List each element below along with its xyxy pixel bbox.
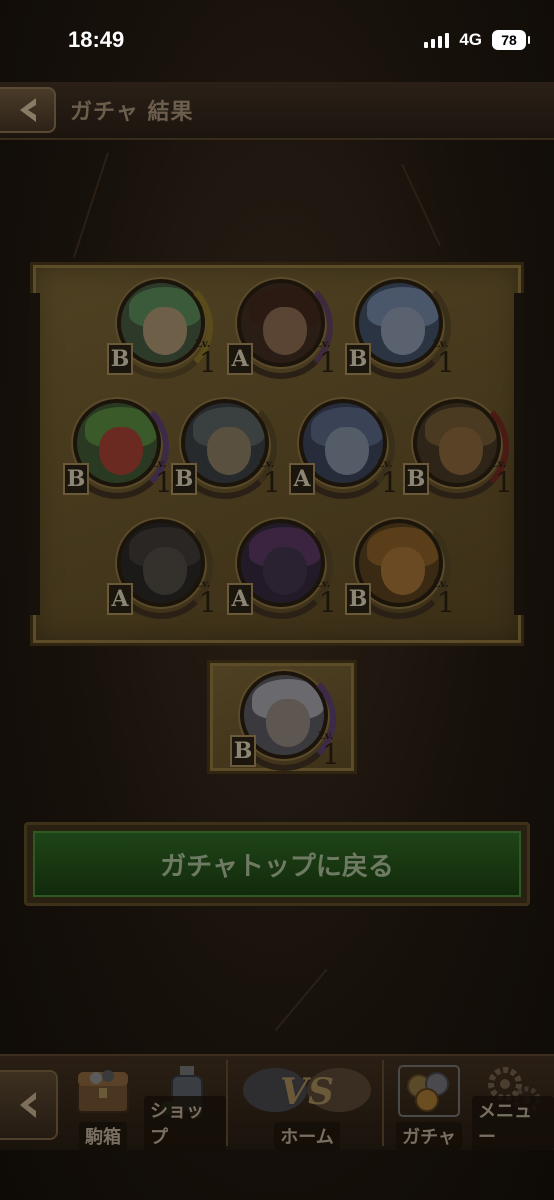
rank-badge: B [403,463,429,495]
nav-item-menu[interactable]: メニュー [472,1062,554,1150]
result-card[interactable]: B Lv. 1 [345,273,455,383]
status-bar: 18:49 4G 78 [0,0,554,80]
level-value: 1 [263,466,281,499]
rank-badge: B [107,343,133,375]
page-title: ガチャ 結果 [70,100,194,125]
coins-icon [398,1065,460,1117]
gacha-results-panel: B Lv. 1 A Lv. 1 B Lv. 1 B Lv. 1 B Lv. 1 … [30,262,524,646]
result-card[interactable]: B Lv. 1 [403,393,513,503]
back-button[interactable] [0,87,56,133]
result-card[interactable]: A Lv. 1 [107,513,217,623]
rank-badge: B [63,463,89,495]
nav-item-gacha[interactable]: ガチャ [388,1062,470,1150]
level-value: 1 [199,586,217,619]
background-crack [274,968,328,1032]
background-crack [401,163,441,247]
panel-notch [514,293,524,615]
background-crack [73,152,109,258]
level-value: 1 [437,346,455,379]
nav-label: メニュー [472,1096,554,1150]
nav-item-komabako[interactable]: 駒箱 [64,1062,142,1150]
rank-badge: A [289,463,315,495]
battery-level: 78 [501,32,517,48]
nav-label: ガチャ [396,1122,462,1150]
chevron-left-icon [20,1092,36,1118]
result-card[interactable]: A Lv. 1 [227,513,337,623]
signal-icon [424,32,450,48]
status-indicators: 4G 78 [424,30,530,50]
app-screen: 18:49 4G 78 ガチャ 結果 B Lv. 1 A Lv. 1 B Lv.… [0,0,554,1200]
bottom-nav: 駒箱 ショップ VS ホーム ガチャ メニュー [0,1054,554,1150]
result-card[interactable]: B Lv. 1 [230,665,340,775]
level-value: 1 [199,346,217,379]
header-bar: ガチャ 結果 [0,82,554,140]
nav-prev-button[interactable] [0,1070,58,1140]
rank-badge: A [107,583,133,615]
result-card[interactable]: A Lv. 1 [289,393,399,503]
level-value: 1 [495,466,513,499]
status-time: 18:49 [68,27,125,52]
bonus-result-panel: B Lv. 1 [207,660,357,774]
level-value: 1 [319,586,337,619]
return-to-gacha-top-button[interactable]: ガチャトップに戻る [24,822,530,906]
result-card[interactable]: B Lv. 1 [107,273,217,383]
rank-badge: B [230,735,256,767]
chest-icon [77,1070,129,1113]
nav-divider [226,1060,228,1146]
panel-notch [30,293,40,615]
result-card[interactable]: A Lv. 1 [227,273,337,383]
result-card[interactable]: B Lv. 1 [63,393,173,503]
nav-label: ショップ [144,1096,226,1150]
level-value: 1 [381,466,399,499]
rank-badge: A [227,343,253,375]
nav-label: ホーム [274,1122,340,1150]
return-to-gacha-top-label: ガチャトップに戻る [33,831,521,897]
svg-text:VS: VS [280,1071,334,1113]
nav-item-shop[interactable]: ショップ [144,1062,226,1150]
vs-home-icon: VS [243,1068,371,1113]
rank-badge: B [345,343,371,375]
chevron-left-icon [20,98,36,122]
nav-label: 駒箱 [79,1122,127,1150]
level-value: 1 [319,346,337,379]
network-type: 4G [459,30,482,49]
nav-item-home[interactable]: VS ホーム [232,1062,382,1150]
nav-divider [382,1060,384,1146]
result-card[interactable]: B Lv. 1 [171,393,281,503]
level-value: 1 [322,738,340,771]
battery-icon: 78 [492,30,530,50]
rank-badge: B [345,583,371,615]
rank-badge: A [227,583,253,615]
result-card[interactable]: B Lv. 1 [345,513,455,623]
rank-badge: B [171,463,197,495]
level-value: 1 [437,586,455,619]
